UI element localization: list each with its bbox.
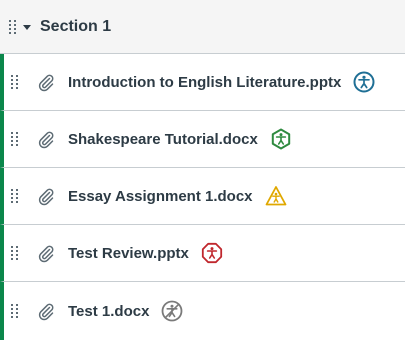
accessibility-octagon-icon[interactable] xyxy=(201,242,223,264)
item-title-link[interactable]: Test Review.pptx xyxy=(68,245,189,262)
module: Section 1 Introduction to English Litera… xyxy=(0,0,405,341)
drag-handle-icon[interactable] xyxy=(10,188,20,204)
drag-handle-icon[interactable] xyxy=(8,19,18,35)
paperclip-icon xyxy=(36,186,56,206)
list-item[interactable]: Shakespeare Tutorial.docx xyxy=(0,111,405,168)
accessibility-triangle-icon[interactable] xyxy=(265,185,287,207)
list-item[interactable]: Test 1.docx xyxy=(0,282,405,340)
accessibility-unavailable-icon[interactable] xyxy=(161,300,183,322)
drag-handle-icon[interactable] xyxy=(10,245,20,261)
item-title-link[interactable]: Essay Assignment 1.docx xyxy=(68,188,253,205)
item-title-link[interactable]: Test 1.docx xyxy=(68,303,149,320)
list-item[interactable]: Test Review.pptx xyxy=(0,225,405,282)
accessibility-circle-icon[interactable] xyxy=(353,71,375,93)
drag-handle-icon[interactable] xyxy=(10,74,20,90)
drag-handle-icon[interactable] xyxy=(10,303,20,319)
list-item[interactable]: Essay Assignment 1.docx xyxy=(0,168,405,225)
drag-handle-icon[interactable] xyxy=(10,131,20,147)
module-items: Introduction to English Literature.pptx xyxy=(0,54,405,340)
module-title[interactable]: Section 1 xyxy=(40,18,111,36)
item-title-link[interactable]: Shakespeare Tutorial.docx xyxy=(68,131,258,148)
paperclip-icon xyxy=(36,243,56,263)
paperclip-icon xyxy=(36,129,56,149)
list-item[interactable]: Introduction to English Literature.pptx xyxy=(0,54,405,111)
paperclip-icon xyxy=(36,72,56,92)
module-header[interactable]: Section 1 xyxy=(0,0,405,54)
caret-down-icon[interactable] xyxy=(22,22,32,32)
paperclip-icon xyxy=(36,301,56,321)
accessibility-hexagon-icon[interactable] xyxy=(270,128,292,150)
item-title-link[interactable]: Introduction to English Literature.pptx xyxy=(68,74,341,91)
